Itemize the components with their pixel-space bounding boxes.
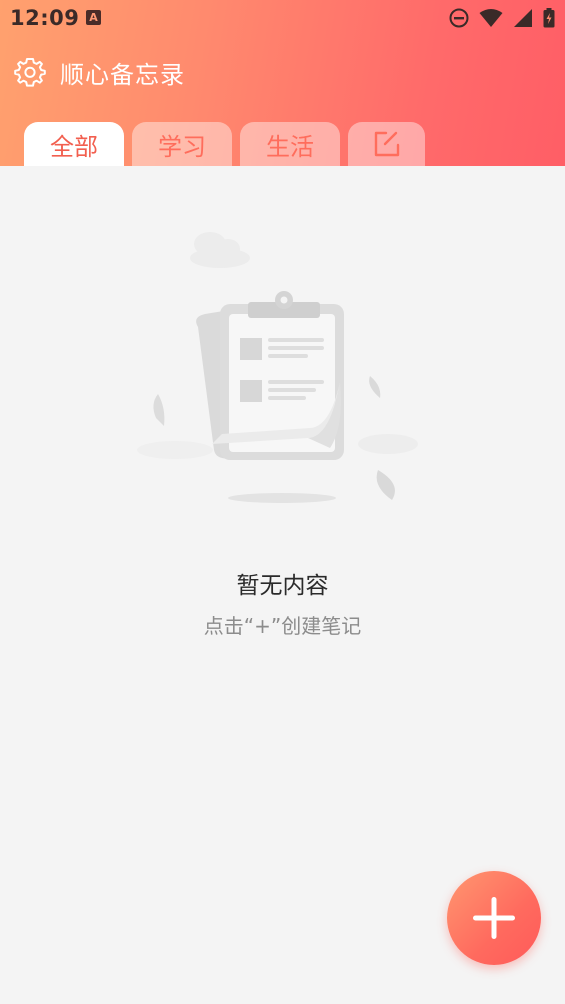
tab-all[interactable]: 全部 [24,122,124,166]
category-tabs: 全部 学习 生活 [24,122,425,166]
empty-state-subtitle: 点击“+”创建笔记 [203,614,362,638]
plus-icon [473,897,515,939]
add-note-button[interactable] [447,871,541,965]
do-not-disturb-icon [449,8,469,28]
app-title: 顺心备忘录 [60,60,185,89]
cellular-signal-icon [514,9,532,27]
status-time: 12:09 [10,6,80,30]
header: 12:09 A 顺心备忘录 全部 学习 生活 [0,0,565,166]
battery-charging-icon [543,8,555,28]
edit-icon [374,131,399,157]
notification-app-icon: A [86,10,101,25]
status-icons [449,8,555,28]
empty-state-title: 暂无内容 [236,573,329,599]
tab-study[interactable]: 学习 [132,122,232,166]
app-root: 12:09 A 顺心备忘录 全部 学习 生活 暂无内容 点击“+”创建笔记 [0,0,565,1004]
empty-clipboard-illustration [137,232,418,503]
tab-life[interactable]: 生活 [240,122,340,166]
gear-icon[interactable] [14,56,46,88]
status-bar: 12:09 A [0,0,565,38]
title-row: 顺心备忘录 [14,55,185,89]
tab-edit-categories[interactable] [348,122,425,166]
wifi-icon [479,9,503,27]
